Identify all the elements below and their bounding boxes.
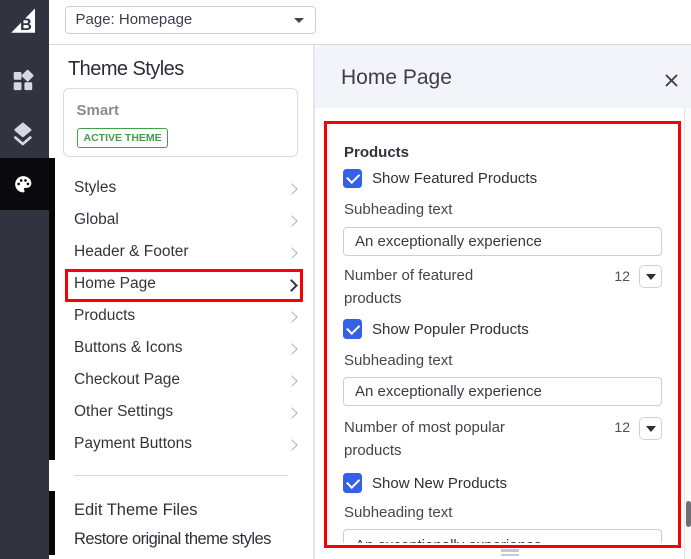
svg-text:B: B (20, 16, 32, 34)
